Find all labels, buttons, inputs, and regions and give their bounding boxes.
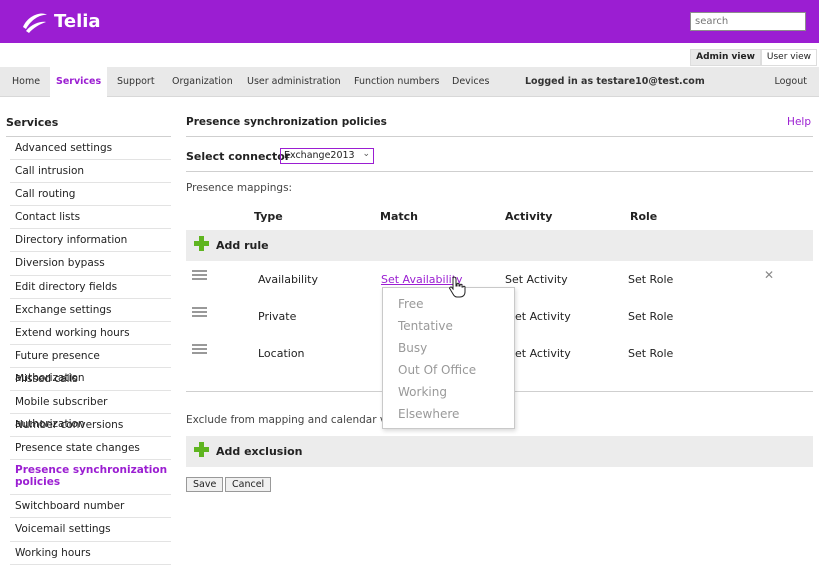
- rule-type: Private: [258, 310, 297, 323]
- column-header-type: Type: [254, 210, 283, 223]
- presence-mappings-label: Presence mappings:: [186, 182, 293, 194]
- drag-handle-icon[interactable]: [192, 270, 207, 280]
- connector-select[interactable]: Exchange2013 ⌄: [280, 148, 374, 164]
- sidebar-item-call-routing[interactable]: Call routing: [10, 183, 171, 207]
- sidebar-item-diversion-bypass[interactable]: Diversion bypass: [10, 252, 171, 276]
- sidebar-item-switchboard-number[interactable]: Switchboard number: [10, 495, 171, 519]
- remove-rule-icon[interactable]: ✕: [764, 268, 774, 282]
- sidebar-item-exchange-settings[interactable]: Exchange settings: [10, 299, 171, 322]
- nav-services[interactable]: Services: [50, 67, 108, 97]
- telia-logo-icon: [23, 13, 47, 33]
- set-role-link[interactable]: Set Role: [628, 273, 673, 286]
- add-rule-label: Add rule: [216, 239, 269, 252]
- add-rule-row[interactable]: Add rule: [186, 230, 813, 261]
- dropdown-option-working[interactable]: Working: [383, 384, 514, 406]
- dropdown-option-busy[interactable]: Busy: [383, 340, 514, 362]
- search-input[interactable]: [690, 12, 806, 31]
- sidebar-item-extend-working-hours[interactable]: Extend working hours: [10, 322, 171, 345]
- plus-icon: [194, 236, 209, 251]
- dropdown-option-tentative[interactable]: Tentative: [383, 318, 514, 340]
- column-header-match: Match: [380, 210, 418, 223]
- tab-user-view[interactable]: User view: [760, 49, 817, 66]
- dropdown-option-free[interactable]: Free: [383, 296, 514, 318]
- nav-devices[interactable]: Devices: [446, 67, 495, 96]
- select-connector-label: Select connector: [186, 150, 291, 163]
- sidebar-item-voicemail-settings[interactable]: Voicemail settings: [10, 518, 171, 542]
- top-header: Telia: [0, 0, 819, 43]
- add-exclusion-row[interactable]: Add exclusion: [186, 436, 813, 467]
- tab-admin-view[interactable]: Admin view: [690, 49, 761, 66]
- drag-handle-icon[interactable]: [192, 344, 207, 354]
- sidebar-item-edit-directory-fields[interactable]: Edit directory fields: [10, 276, 171, 299]
- sidebar-item-missed-calls[interactable]: Missed calls: [10, 368, 171, 392]
- view-tabs: Admin view User view: [690, 49, 817, 66]
- set-role-link[interactable]: Set Role: [628, 347, 673, 360]
- chevron-down-icon: ⌄: [362, 149, 370, 159]
- connector-divider: [186, 171, 813, 172]
- plus-icon: [194, 442, 209, 457]
- sidebar-item-number-conversions[interactable]: Number conversions: [10, 414, 171, 438]
- telia-logo[interactable]: Telia: [20, 8, 101, 34]
- dropdown-option-out-of-office[interactable]: Out Of Office: [383, 362, 514, 384]
- sidebar-title: Services: [6, 116, 59, 129]
- add-exclusion-label: Add exclusion: [216, 445, 303, 458]
- column-header-role: Role: [630, 210, 658, 223]
- sidebar-item-future-presence-authorization[interactable]: Future presence authorization: [10, 345, 171, 384]
- nav-organization[interactable]: Organization: [166, 67, 239, 96]
- connector-select-value: Exchange2013: [284, 150, 355, 161]
- help-link[interactable]: Help: [787, 116, 811, 128]
- rule-type: Location: [258, 347, 305, 360]
- sidebar-item-presence-synchronization-policies[interactable]: Presence synchronization policies: [10, 460, 171, 496]
- hand-cursor-icon: [449, 276, 466, 298]
- brand-name: Telia: [54, 10, 101, 32]
- set-activity-link[interactable]: et Activity: [515, 310, 571, 323]
- dropdown-option-elsewhere[interactable]: Elsewhere: [383, 406, 514, 428]
- sidebar-item-presence-state-changes[interactable]: Presence state changes: [10, 437, 171, 461]
- column-header-activity: Activity: [505, 210, 553, 223]
- sidebar-item-call-intrusion[interactable]: Call intrusion: [10, 160, 171, 184]
- sidebar-item-working-hours[interactable]: Working hours: [10, 542, 171, 565]
- save-button[interactable]: Save: [186, 477, 224, 492]
- set-activity-link[interactable]: Set Activity: [505, 273, 568, 286]
- drag-handle-icon[interactable]: [192, 307, 207, 317]
- title-divider: [186, 136, 813, 137]
- nav-function-numbers[interactable]: Function numbers: [348, 67, 445, 96]
- availability-dropdown: Free Tentative Busy Out Of Office Workin…: [382, 287, 515, 429]
- main-nav: Home Services Support Organization User …: [0, 67, 819, 97]
- page-title: Presence synchronization policies: [186, 116, 387, 128]
- nav-support[interactable]: Support: [111, 67, 161, 96]
- logout-link[interactable]: Logout: [774, 67, 807, 96]
- sidebar-item-contact-lists[interactable]: Contact lists: [10, 206, 171, 230]
- rule-type: Availability: [258, 273, 318, 286]
- sidebar-menu: Advanced settings Call intrusion Call ro…: [10, 137, 171, 565]
- logged-in-status: Logged in as testare10@test.com: [525, 76, 705, 87]
- cancel-button[interactable]: Cancel: [225, 477, 272, 492]
- sidebar-item-advanced-settings[interactable]: Advanced settings: [10, 137, 171, 161]
- nav-home[interactable]: Home: [6, 67, 46, 96]
- set-activity-link[interactable]: et Activity: [515, 347, 571, 360]
- sidebar-item-mobile-subscriber-authorization[interactable]: Mobile subscriber authorization: [10, 391, 171, 430]
- sidebar-item-directory-information[interactable]: Directory information: [10, 229, 171, 253]
- nav-user-administration[interactable]: User administration: [241, 67, 347, 96]
- set-role-link[interactable]: Set Role: [628, 310, 673, 323]
- exclude-label: Exclude from mapping and calendar vie: [186, 414, 396, 426]
